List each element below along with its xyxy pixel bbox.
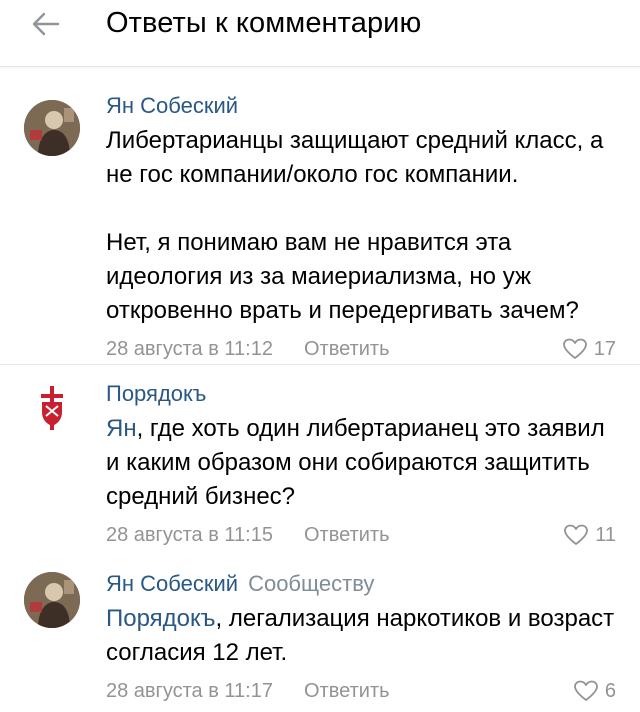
like-button[interactable]: 17 <box>562 334 616 364</box>
community-logo-icon <box>25 381 79 435</box>
comment-paragraph: , где хоть один либертарианец это заявил… <box>106 415 605 510</box>
comment-date: 28 августа в 11:17 <box>106 680 273 702</box>
heart-icon <box>562 338 588 360</box>
heart-icon <box>573 680 599 702</box>
reply-button[interactable]: Ответить <box>304 334 390 364</box>
comment-date: 28 августа в 11:15 <box>106 524 273 546</box>
page-title: Ответы к комментарию <box>106 7 422 39</box>
comment-date: 28 августа в 11:12 <box>106 338 273 360</box>
like-button[interactable]: 11 <box>563 520 616 550</box>
comment-author[interactable]: Ян Собеский <box>106 93 238 118</box>
comment-paragraph: Нет, я понимаю вам не нравится эта идеол… <box>106 229 579 324</box>
comment-author[interactable]: Порядокъ <box>106 381 206 406</box>
heart-icon <box>563 524 589 546</box>
avatar[interactable] <box>24 100 80 156</box>
divider <box>0 364 640 365</box>
like-button[interactable]: 6 <box>573 676 616 706</box>
like-count: 17 <box>593 337 616 360</box>
back-button[interactable] <box>22 6 70 46</box>
comment-text: Либертарианцы защищают средний класс, а … <box>106 124 616 328</box>
arrow-left-icon <box>31 11 61 42</box>
reply-target: Сообществу <box>248 571 375 596</box>
avatar[interactable] <box>24 572 80 628</box>
top-bar: Ответы к комментарию <box>0 0 640 67</box>
comment-paragraph: Либертарианцы защищают средний класс, а … <box>106 127 604 188</box>
comment-text: Порядокъ, легализация наркотиков и возра… <box>106 602 616 670</box>
like-count: 6 <box>604 679 616 702</box>
comment-text: Ян, где хоть один либертарианец это заяв… <box>106 412 616 514</box>
like-count: 11 <box>595 523 616 546</box>
mention-link[interactable]: Ян <box>106 415 137 442</box>
mention-link[interactable]: Порядокъ <box>106 605 216 632</box>
reply-button[interactable]: Ответить <box>304 676 390 706</box>
reply-button[interactable]: Ответить <box>304 520 390 550</box>
avatar[interactable] <box>24 380 80 436</box>
comment-author[interactable]: Ян Собеский <box>106 571 238 596</box>
